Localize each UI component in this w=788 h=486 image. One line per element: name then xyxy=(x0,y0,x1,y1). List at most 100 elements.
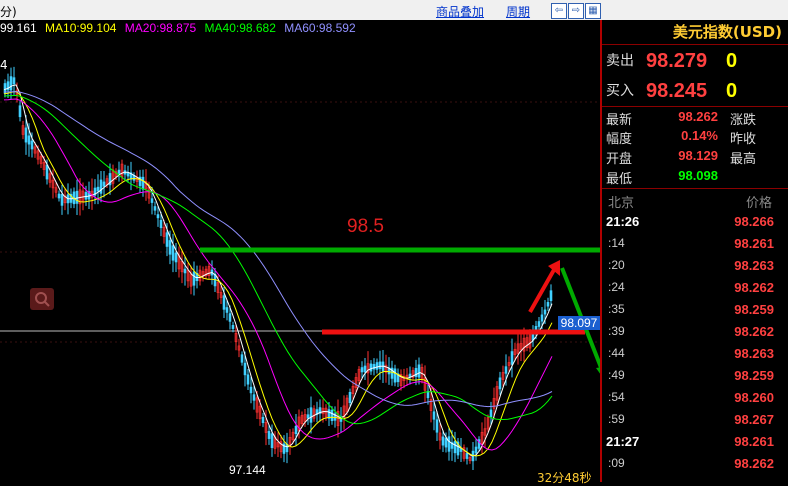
candle-body xyxy=(12,77,16,85)
candle-body xyxy=(27,135,31,145)
candle-body xyxy=(474,446,478,454)
buy-price: 98.245 xyxy=(646,80,708,102)
tick-price: 98.263 xyxy=(734,258,774,273)
candle-body xyxy=(549,290,553,302)
candle-body xyxy=(537,321,541,327)
quote-value: 98.129 xyxy=(678,148,718,163)
candle-body xyxy=(60,193,64,206)
ma40-line xyxy=(3,94,553,425)
tick-row: :14 98.261 xyxy=(602,236,788,258)
candle-body xyxy=(159,219,163,229)
candle-body xyxy=(24,127,28,143)
candle-body xyxy=(543,309,547,315)
search-icon xyxy=(35,292,50,307)
quote-label: 最新 xyxy=(606,113,633,128)
candle-body xyxy=(363,365,367,373)
candle-body xyxy=(84,192,88,200)
candle-body xyxy=(183,268,187,274)
tick-price: 98.262 xyxy=(734,324,774,339)
candle-body xyxy=(546,302,550,307)
tick-time: 21:27 xyxy=(606,434,640,449)
tick-price: 98.263 xyxy=(734,346,774,361)
divider xyxy=(602,188,788,189)
candle-body xyxy=(231,325,235,329)
candle-body xyxy=(510,351,514,365)
tab-overlay[interactable]: 商品叠加 xyxy=(436,3,484,20)
candle-body xyxy=(168,240,172,255)
quote-panel: 美元指数(USD) 卖出 98.279 0 买入 98.245 0 最新 98.… xyxy=(600,20,788,482)
candle-body xyxy=(228,313,232,322)
candle-body xyxy=(267,431,271,439)
quote-value: 98.098 xyxy=(678,168,718,183)
candle-body xyxy=(261,416,265,424)
candle-body xyxy=(45,164,49,180)
tick-row: :44 98.263 xyxy=(602,346,788,368)
tick-row: :20 98.263 xyxy=(602,258,788,280)
tick-header-time: 北京 xyxy=(608,196,635,211)
zoom-button[interactable] xyxy=(30,288,54,310)
period-low-label: 97.144 xyxy=(229,463,266,477)
sell-volume: 0 xyxy=(726,50,738,72)
candle-body xyxy=(360,367,364,373)
tick-time: :14 xyxy=(608,236,625,250)
tab-period[interactable]: 周期 xyxy=(506,3,530,20)
tick-time: :54 xyxy=(608,390,625,404)
tick-row: 21:27 98.261 xyxy=(602,434,788,456)
tick-time: :24 xyxy=(608,280,625,294)
tick-time: :44 xyxy=(608,346,625,360)
quote-label-secondary: 涨跌 xyxy=(730,113,757,128)
quote-row-open: 开盘 98.129 最高 xyxy=(606,148,786,167)
nav-left-button[interactable]: ⇦ xyxy=(551,3,567,19)
tick-row: :39 98.262 xyxy=(602,324,788,346)
candle-body xyxy=(141,176,145,190)
candle-body xyxy=(498,377,502,390)
buy-label: 买入 xyxy=(606,83,634,99)
tick-price: 98.261 xyxy=(734,434,774,449)
candle-body xyxy=(393,368,397,383)
tick-price: 98.259 xyxy=(734,368,774,383)
candle-body xyxy=(348,392,352,403)
quote-row-low: 最低 98.098 xyxy=(606,168,786,187)
quote-label: 幅度 xyxy=(606,132,633,147)
candle-body xyxy=(117,169,121,174)
ma20-line xyxy=(3,98,553,451)
tick-row: :35 98.259 xyxy=(602,302,788,324)
instrument-title: 美元指数(USD) xyxy=(672,23,782,41)
candle-body xyxy=(249,386,253,394)
quote-value: 98.262 xyxy=(678,109,718,124)
ma10-line xyxy=(3,90,553,457)
buy-volume: 0 xyxy=(726,80,738,102)
tick-header: 北京 价格 xyxy=(602,192,788,211)
tick-header-price: 价格 xyxy=(745,196,772,211)
candle-body xyxy=(369,363,373,372)
nav-right-button[interactable]: ⇨ xyxy=(568,3,584,19)
resistance-level-label: 98.5 xyxy=(347,216,384,237)
candle-body xyxy=(246,374,250,385)
buy-row: 买入 xyxy=(606,78,634,104)
tick-row: :59 98.267 xyxy=(602,412,788,434)
ma5-line xyxy=(3,84,553,457)
candle-body xyxy=(153,206,157,211)
candle-body xyxy=(453,440,457,454)
grid-toggle-button[interactable]: ▦ xyxy=(585,3,601,19)
candlestick-chart xyxy=(0,66,600,471)
candle-body xyxy=(417,364,421,378)
candle-body xyxy=(504,366,508,374)
tick-row: :54 98.260 xyxy=(602,390,788,412)
tick-time: :49 xyxy=(608,368,625,382)
candle-body xyxy=(57,193,61,199)
tick-time: :39 xyxy=(608,324,625,338)
candle-body xyxy=(192,271,196,286)
candle-body xyxy=(243,362,247,376)
tick-price: 98.261 xyxy=(734,236,774,251)
candle-body xyxy=(378,361,382,369)
quote-value: 0.14% xyxy=(681,128,718,143)
quote-row-change-pct: 幅度 0.14% 昨收 xyxy=(606,128,786,147)
tick-time: :35 xyxy=(608,302,625,316)
sell-label: 卖出 xyxy=(606,53,634,69)
tick-price: 98.266 xyxy=(734,214,774,229)
divider xyxy=(602,44,788,45)
quote-row-latest: 最新 98.262 涨跌 xyxy=(606,109,786,128)
tick-row: :49 98.259 xyxy=(602,368,788,390)
candle-body xyxy=(414,368,418,377)
